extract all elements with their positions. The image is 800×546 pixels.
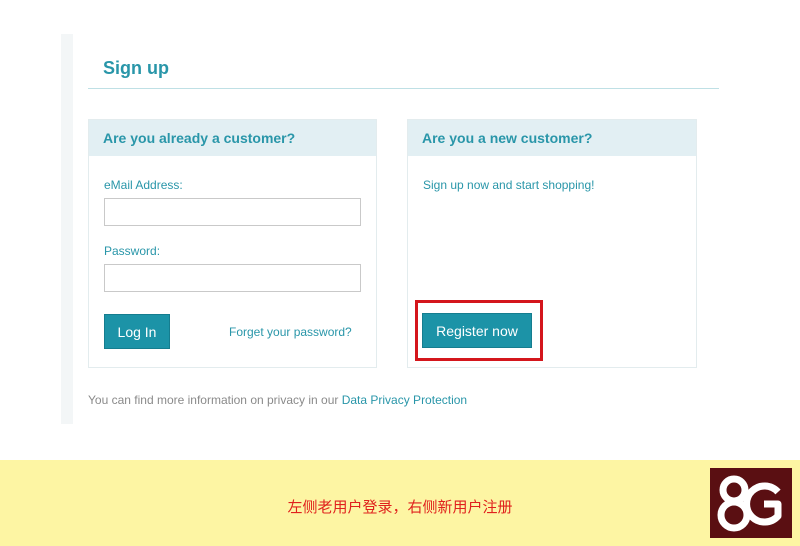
register-panel-heading: Are you a new customer? (408, 120, 696, 156)
email-label: eMail Address: (104, 178, 183, 192)
side-strip (61, 34, 73, 424)
site-logo (710, 468, 792, 538)
privacy-link[interactable]: Data Privacy Protection (342, 393, 467, 407)
register-highlight-frame (415, 300, 543, 361)
login-panel: Are you already a customer? eMail Addres… (88, 119, 377, 368)
title-divider (88, 88, 719, 89)
password-field[interactable] (104, 264, 361, 292)
login-button[interactable]: Log In (104, 314, 170, 349)
page-title: Sign up (103, 58, 169, 78)
email-field[interactable] (104, 198, 361, 226)
password-label: Password: (104, 244, 161, 258)
caption-bar: 左侧老用户登录，右侧新用户注册 (0, 460, 800, 546)
caption-text: 左侧老用户登录，右侧新用户注册 (287, 499, 513, 516)
privacy-note: You can find more information on privacy… (88, 393, 467, 407)
login-panel-heading: Are you already a customer? (89, 120, 376, 156)
logo-8g-icon (717, 475, 782, 532)
forgot-password-link[interactable]: Forget your password? (229, 325, 352, 339)
register-intro-text: Sign up now and start shopping! (423, 178, 595, 192)
privacy-text: You can find more information on privacy… (88, 393, 342, 407)
